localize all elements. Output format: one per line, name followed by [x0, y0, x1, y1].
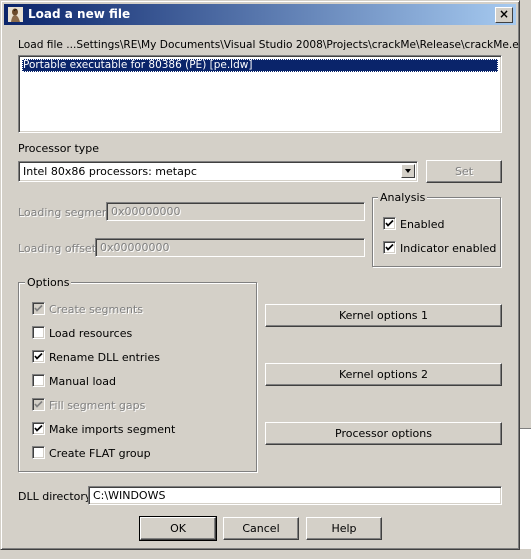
- create-flat-group-checkbox[interactable]: [32, 446, 45, 459]
- processor-type-value: Intel 80x86 processors: metapc: [23, 165, 197, 178]
- kernel-options-2-button[interactable]: Kernel options 2: [265, 363, 502, 386]
- processor-options-button[interactable]: Processor options: [265, 422, 502, 445]
- fill-segment-gaps-label[interactable]: Fill segment gaps: [49, 399, 145, 412]
- rename-dll-entries-label[interactable]: Rename DLL entries: [49, 351, 160, 364]
- manual-load-label[interactable]: Manual load: [49, 375, 116, 388]
- chevron-down-icon[interactable]: [401, 164, 415, 178]
- analysis-enabled-checkbox[interactable]: [383, 217, 396, 230]
- make-imports-segment-label[interactable]: Make imports segment: [49, 423, 175, 436]
- background-window-divider: [519, 428, 531, 429]
- ok-button[interactable]: OK: [139, 516, 217, 541]
- loading-segment-value: 0x00000000: [111, 205, 181, 218]
- loading-segment-label: Loading segment: [18, 206, 114, 219]
- load-resources-checkbox[interactable]: [32, 326, 45, 339]
- close-icon[interactable]: ×: [495, 7, 513, 23]
- load-file-dialog: Load a new file × Load file ...Settings\…: [0, 0, 520, 550]
- title-bar: Load a new file ×: [4, 4, 516, 25]
- loading-segment-field[interactable]: 0x00000000: [106, 202, 365, 221]
- dll-directory-value: C:\WINDOWS: [93, 489, 166, 502]
- dll-directory-label: DLL directory: [18, 490, 92, 503]
- make-imports-segment-checkbox[interactable]: [32, 422, 45, 435]
- manual-load-checkbox[interactable]: [32, 374, 45, 387]
- indicator-enabled-label[interactable]: Indicator enabled: [400, 242, 496, 255]
- cancel-button[interactable]: Cancel: [223, 517, 299, 540]
- analysis-group: [372, 197, 501, 267]
- ida-app-icon: [8, 7, 23, 22]
- options-legend: Options: [25, 276, 72, 289]
- processor-type-label: Processor type: [18, 142, 100, 155]
- load-resources-label[interactable]: Load resources: [49, 327, 132, 340]
- analysis-legend: Analysis: [378, 191, 428, 204]
- dll-directory-field[interactable]: C:\WINDOWS: [88, 486, 502, 505]
- background-window-bottom: [0, 549, 531, 559]
- create-segments-checkbox[interactable]: [32, 302, 45, 315]
- indicator-enabled-checkbox[interactable]: [383, 241, 396, 254]
- analysis-enabled-label[interactable]: Enabled: [400, 218, 444, 231]
- help-button[interactable]: Help: [306, 517, 382, 540]
- set-button[interactable]: Set: [426, 160, 502, 183]
- create-segments-label[interactable]: Create segments: [49, 303, 143, 316]
- background-window-strip: [519, 0, 531, 428]
- create-flat-group-label[interactable]: Create FLAT group: [49, 447, 151, 460]
- kernel-options-1-button[interactable]: Kernel options 1: [265, 304, 502, 327]
- loading-offset-value: 0x00000000: [100, 241, 170, 254]
- fill-segment-gaps-checkbox[interactable]: [32, 398, 45, 411]
- processor-type-select[interactable]: Intel 80x86 processors: metapc: [18, 161, 418, 182]
- loading-offset-field[interactable]: 0x00000000: [95, 238, 365, 257]
- load-file-label: Load file ...Settings\RE\My Documents\Vi…: [18, 39, 520, 51]
- loading-offset-label: Loading offset: [18, 242, 97, 255]
- rename-dll-entries-checkbox[interactable]: [32, 350, 45, 363]
- file-format-list[interactable]: Portable executable for 80386 (PE) [pe.l…: [18, 55, 502, 133]
- dialog-title: Load a new file: [28, 7, 131, 21]
- file-format-item[interactable]: Portable executable for 80386 (PE) [pe.l…: [22, 59, 498, 72]
